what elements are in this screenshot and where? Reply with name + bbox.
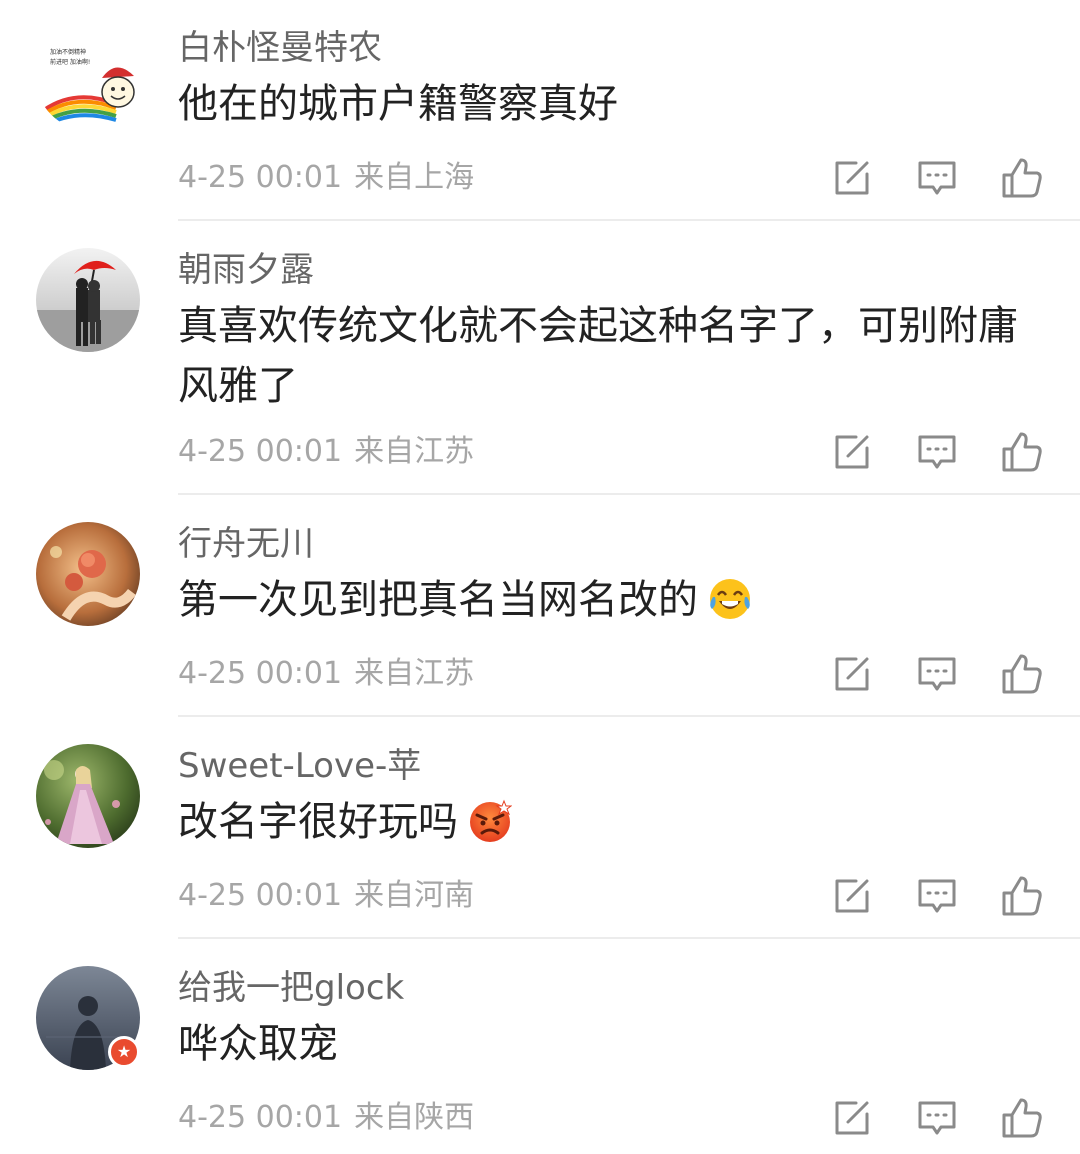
like-icon — [1002, 876, 1042, 916]
user-avatar[interactable] — [36, 522, 140, 626]
comment-divider — [178, 715, 1080, 717]
reply-button[interactable] — [915, 156, 959, 200]
comment-meta: 4-25 00:01 来自江苏 — [178, 654, 474, 694]
share-icon — [835, 657, 869, 691]
share-icon — [835, 1101, 869, 1135]
svg-text:前进吧 加油啊!: 前进吧 加油啊! — [50, 58, 90, 66]
comment-location: 来自河南 — [354, 878, 475, 913]
share-button[interactable] — [830, 652, 874, 696]
couple-red-umbrella-avatar-icon — [36, 248, 140, 352]
comment-location: 来自上海 — [354, 160, 475, 195]
comment-text: 第一次见到把真名当网名改的 — [178, 570, 1018, 630]
username[interactable]: 给我一把glock — [178, 968, 404, 1008]
username[interactable]: Sweet-Love-苹 — [178, 746, 421, 786]
comment-time: 4-25 00:01 — [178, 1100, 343, 1135]
comment-item: 朝雨夕露 真喜欢传统文化就不会起这种名字了，可别附庸风雅了 4-25 00:01… — [0, 222, 1080, 496]
like-button[interactable] — [1000, 430, 1044, 474]
fairy-pink-dress-avatar-icon — [36, 744, 140, 848]
comment-icon — [918, 657, 956, 691]
comment-divider — [178, 937, 1080, 939]
username[interactable]: 朝雨夕露 — [178, 250, 314, 290]
angry-emoji-icon — [470, 799, 512, 842]
comment-meta: 4-25 00:01 来自河南 — [178, 876, 474, 916]
comment-time: 4-25 00:01 — [178, 878, 343, 913]
comment-divider — [178, 493, 1080, 495]
comment-location: 来自江苏 — [354, 656, 475, 691]
like-button[interactable] — [1000, 874, 1044, 918]
comment-meta: 4-25 00:01 来自江苏 — [178, 432, 474, 472]
verified-star-badge-icon: ★ — [108, 1036, 140, 1068]
comment-item: 行舟无川 第一次见到把真名当网名改的 4-25 00:01 来自江苏 — [0, 496, 1080, 718]
reply-button[interactable] — [915, 652, 959, 696]
flower-hand-avatar-icon — [36, 522, 140, 626]
comment-location: 来自陕西 — [354, 1100, 475, 1135]
comment-location: 来自江苏 — [354, 434, 475, 469]
user-avatar[interactable] — [36, 248, 140, 352]
comment-meta: 4-25 00:01 来自上海 — [178, 158, 474, 198]
comment-item: 加油不倒精神 前进吧 加油啊! 白朴怪曼特农 他在的城市户籍警察真好 4-25 … — [0, 0, 1080, 222]
like-icon — [1002, 654, 1042, 694]
comment-text: 真喜欢传统文化就不会起这种名字了，可别附庸风雅了 — [178, 303, 1018, 409]
share-button[interactable] — [830, 156, 874, 200]
svg-text:加油不倒精神: 加油不倒精神 — [50, 48, 86, 56]
comment-icon — [918, 1101, 956, 1135]
comment-item: ★ 给我一把glock 哗众取宠 4-25 00:01 来自陕西 — [0, 940, 1080, 1154]
comment-item: Sweet-Love-苹 改名字很好玩吗 4-25 00:01 来自河南 — [0, 718, 1080, 940]
like-icon — [1002, 1098, 1042, 1138]
comment-text: 哗众取宠 — [178, 1021, 338, 1067]
reply-button[interactable] — [915, 1096, 959, 1140]
share-icon — [835, 161, 869, 195]
like-icon — [1002, 158, 1042, 198]
like-button[interactable] — [1000, 1096, 1044, 1140]
reply-button[interactable] — [915, 430, 959, 474]
like-button[interactable] — [1000, 156, 1044, 200]
laugh-cry-emoji-icon — [710, 579, 750, 619]
reply-button[interactable] — [915, 874, 959, 918]
comment-list: 加油不倒精神 前进吧 加油啊! 白朴怪曼特农 他在的城市户籍警察真好 4-25 … — [0, 0, 1080, 1154]
comment-divider — [178, 219, 1080, 221]
share-icon — [835, 435, 869, 469]
share-icon — [835, 879, 869, 913]
comment-text: 他在的城市户籍警察真好 — [178, 81, 618, 127]
user-avatar[interactable] — [36, 744, 140, 848]
comment-text: 改名字很好玩吗 — [178, 792, 1018, 852]
comment-time: 4-25 00:01 — [178, 434, 343, 469]
comment-meta: 4-25 00:01 来自陕西 — [178, 1098, 474, 1138]
comment-icon — [918, 435, 956, 469]
comment-icon — [918, 879, 956, 913]
cartoon-rainbow-avatar-icon: 加油不倒精神 前进吧 加油啊! — [36, 26, 140, 130]
comment-time: 4-25 00:01 — [178, 160, 343, 195]
username[interactable]: 白朴怪曼特农 — [178, 28, 382, 68]
user-avatar[interactable]: 加油不倒精神 前进吧 加油啊! — [36, 26, 140, 130]
like-button[interactable] — [1000, 652, 1044, 696]
comment-text-body: 第一次见到把真名当网名改的 — [178, 577, 698, 623]
comment-time: 4-25 00:01 — [178, 656, 343, 691]
comment-text-body: 改名字很好玩吗 — [178, 799, 458, 845]
share-button[interactable] — [830, 430, 874, 474]
share-button[interactable] — [830, 1096, 874, 1140]
like-icon — [1002, 432, 1042, 472]
share-button[interactable] — [830, 874, 874, 918]
username[interactable]: 行舟无川 — [178, 524, 314, 564]
comment-icon — [918, 161, 956, 195]
